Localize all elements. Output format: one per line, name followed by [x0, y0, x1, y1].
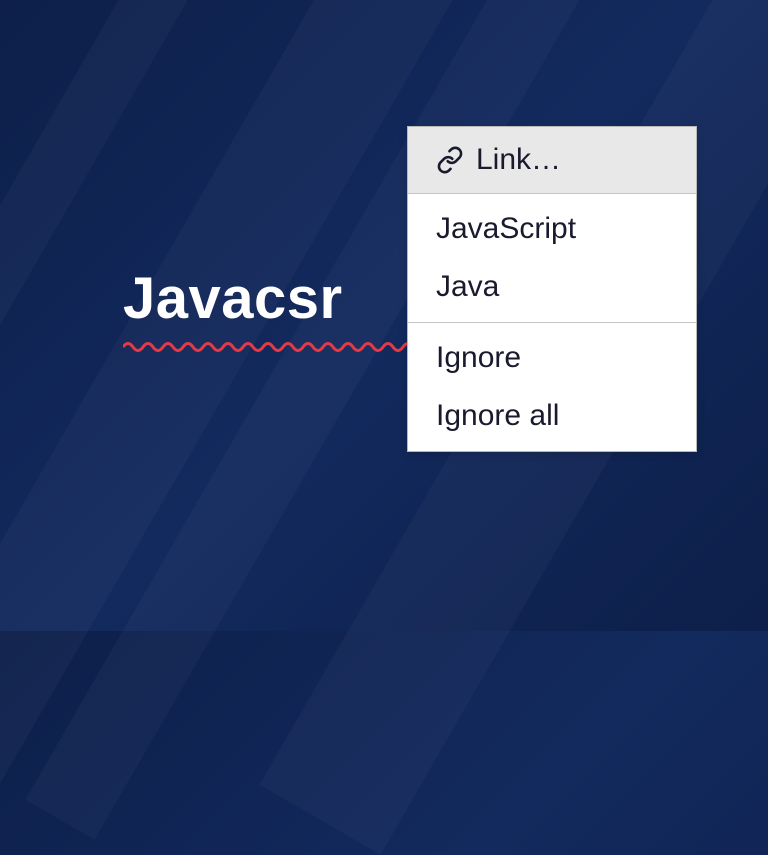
menu-item-suggestion[interactable]: JavaScript — [408, 194, 696, 258]
menu-item-suggestion[interactable]: Java — [408, 258, 696, 322]
menu-item-link[interactable]: Link… — [408, 127, 696, 193]
spellcheck-context-menu: Link… JavaScript Java Ignore Ignore all — [407, 126, 697, 452]
misspelled-text[interactable]: Javacsr — [123, 265, 343, 332]
menu-item-label: Java — [436, 270, 499, 304]
menu-item-ignore[interactable]: Ignore — [408, 323, 696, 387]
link-icon — [436, 146, 464, 174]
menu-item-label: JavaScript — [436, 212, 576, 246]
menu-section-suggestions: JavaScript Java — [408, 194, 696, 323]
menu-section-ignore: Ignore Ignore all — [408, 323, 696, 451]
menu-item-label: Ignore all — [436, 399, 559, 433]
menu-item-label: Link… — [476, 143, 561, 177]
menu-section-link: Link… — [408, 127, 696, 194]
menu-item-label: Ignore — [436, 341, 521, 375]
spellcheck-underline-icon — [123, 340, 413, 354]
menu-item-ignore-all[interactable]: Ignore all — [408, 387, 696, 451]
